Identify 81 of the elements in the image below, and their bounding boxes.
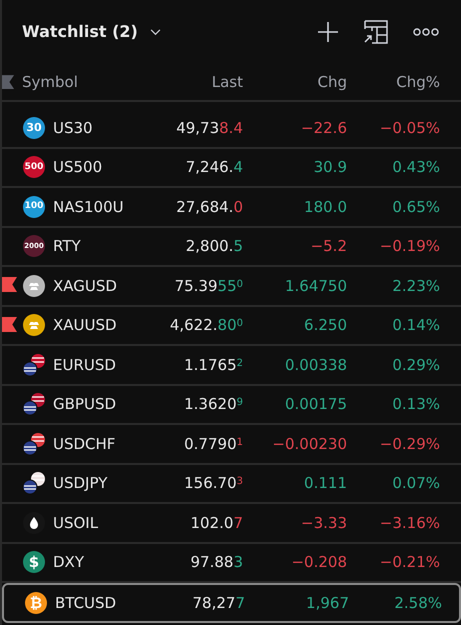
percent-change: −0.19%: [378, 236, 440, 257]
last-price: 97.883: [190, 552, 243, 573]
last-price: 27,684.0: [175, 196, 243, 218]
column-header[interactable]: Last: [142, 70, 243, 94]
percent-change: 0.13%: [391, 394, 440, 415]
price-change: 0.00175: [284, 394, 347, 415]
percent-change: 2.58%: [393, 592, 442, 614]
last-price: 2,800.5: [184, 236, 243, 257]
symbol-name: GBPUSD: [53, 394, 116, 415]
symbol-name: US500: [53, 157, 102, 178]
column-header[interactable]: Chg%: [347, 70, 440, 94]
last-price: 102.07: [190, 512, 243, 534]
last-price: 1.1765$^{2}$: [183, 354, 243, 376]
price-change: 0.00338: [284, 354, 347, 376]
flag-icon[interactable]: [2, 316, 17, 332]
table-icon[interactable]: [363, 20, 389, 44]
symbol-logo-icon: $: [23, 551, 45, 574]
column-header[interactable]: Symbol: [22, 70, 78, 94]
more-icon[interactable]: [413, 27, 439, 37]
last-price: 78,277: [192, 592, 245, 614]
price-change: 0.111: [303, 473, 347, 494]
watchlist-row[interactable]: USDJPY 156.70$^{3}$ 0.111 0.07%: [2, 464, 461, 504]
price-change: 30.9: [312, 157, 347, 178]
symbol-name: BTCUSD: [55, 592, 116, 614]
chevron-down-icon[interactable]: [150, 28, 161, 36]
column-header[interactable]: Chg: [243, 70, 347, 94]
watchlist-row[interactable]: GBPUSD 1.3620$^{9}$ 0.00175 0.13%: [2, 386, 461, 425]
watchlist-row[interactable]: 500 US500 7,246.4 30.9 0.43%: [2, 148, 461, 188]
percent-change: −0.21%: [378, 552, 440, 573]
percent-change: 0.43%: [391, 157, 440, 178]
percent-change: 2.23%: [391, 276, 440, 296]
last-price: 156.70$^{3}$: [183, 473, 243, 494]
price-change: −0.208: [290, 552, 347, 573]
percent-change: 0.07%: [391, 473, 440, 494]
watchlist-row[interactable]: $ DXY 97.883 −0.208 −0.21%: [2, 544, 461, 583]
price-change: 180.0: [303, 196, 347, 218]
price-change: 1.64750: [284, 276, 347, 296]
symbol-name: RTY: [53, 236, 81, 257]
symbol-logo-icon: 100: [23, 196, 45, 218]
watchlist-row[interactable]: XAGUSD 75.3955$^{0}$ 1.64750 2.23%: [2, 267, 461, 306]
symbol-name: XAGUSD: [53, 276, 117, 296]
symbol-name: XAUUSD: [53, 315, 117, 336]
symbol-name: EURUSD: [53, 354, 116, 376]
symbol-logo-icon: 500: [23, 156, 45, 178]
flag-icon[interactable]: [2, 277, 17, 292]
price-change: −5.2: [310, 236, 347, 257]
percent-change: −0.05%: [378, 118, 440, 138]
percent-change: 0.14%: [391, 315, 440, 336]
watchlist-row[interactable]: ₿ BTCUSD 78,277 1,967 2.58%: [2, 583, 461, 622]
last-price: 49,738.4: [175, 118, 243, 138]
symbol-logo-icon: ₿: [25, 592, 47, 614]
add-icon[interactable]: [317, 21, 339, 43]
last-price: 75.3955$^{0}$: [174, 276, 243, 296]
symbol-name: DXY: [53, 552, 84, 573]
watchlist-row[interactable]: USOIL 102.07 −3.33 −3.16%: [2, 504, 461, 544]
symbol-name: USOIL: [53, 512, 98, 534]
watchlist-row[interactable]: USDCHF 0.7790$^{1}$ −0.00230 −0.29%: [2, 425, 461, 464]
price-change: 1,967: [305, 592, 349, 614]
percent-change: −3.16%: [378, 512, 440, 534]
watchlist-row[interactable]: 30 US30 49,738.4 −22.6 −0.05%: [2, 109, 461, 148]
percent-change: 0.29%: [391, 354, 440, 376]
symbol-name: US30: [53, 118, 93, 138]
percent-change: −0.29%: [378, 434, 440, 454]
price-change: −0.00230: [271, 434, 347, 454]
symbol-logo-icon: 30: [23, 116, 45, 139]
last-price: 7,246.4: [184, 157, 243, 178]
symbol-name: USDJPY: [53, 473, 108, 494]
watchlist-row[interactable]: XAUUSD 4,622.80$^{0}$ 6.250 0.14%: [2, 306, 461, 346]
flag-icon: [2, 74, 15, 90]
last-price: 4,622.80$^{0}$: [168, 315, 243, 336]
last-price: 1.3620$^{9}$: [183, 394, 243, 415]
percent-change: 0.65%: [391, 196, 440, 218]
price-change: 6.250: [303, 315, 347, 336]
symbol-name: NAS100U: [53, 196, 124, 218]
watchlist-menu-button[interactable]: Watchlist (2): [22, 20, 161, 44]
watchlist-row[interactable]: 100 NAS100U 27,684.0 180.0 0.65%: [2, 188, 461, 228]
last-price: 0.7790$^{1}$: [183, 434, 243, 454]
symbol-name: USDCHF: [53, 434, 116, 454]
price-change: −3.33: [300, 512, 347, 534]
price-change: −22.6: [300, 118, 347, 138]
watchlist-row[interactable]: EURUSD 1.1765$^{2}$ 0.00338 0.29%: [2, 346, 461, 386]
